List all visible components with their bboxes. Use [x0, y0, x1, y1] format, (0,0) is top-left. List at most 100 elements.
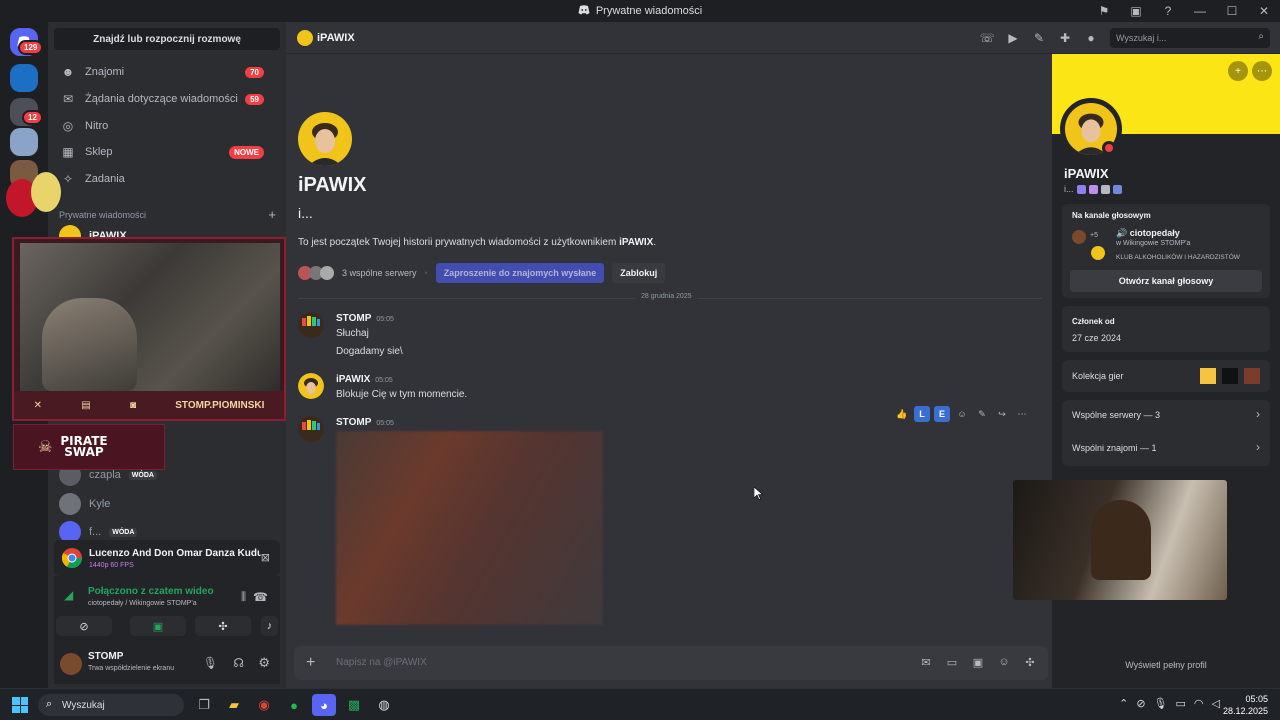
mutual-friends-row[interactable]: Wspólni znajomi — 1 [1072, 443, 1157, 453]
find-conversation-button[interactable]: Znajdź lub rozpocznij rozmowę [54, 28, 280, 50]
app-icon[interactable]: ◍ [372, 694, 396, 716]
nav-shop[interactable]: ▦ Sklep NOWE [56, 139, 278, 165]
more-options-icon[interactable]: ⋯ [1252, 61, 1272, 81]
mutual-servers-row[interactable]: Wspólne serwery — 3 [1072, 410, 1160, 420]
message-author[interactable]: STOMP 05:05 [336, 313, 394, 324]
discord-taskbar-icon[interactable]: ◕ [312, 694, 336, 716]
gift-icon[interactable]: ✉ [918, 654, 934, 670]
search-input[interactable]: Wyszukaj i... ⌕ [1110, 28, 1270, 48]
video-call-icon[interactable]: ▶ [1002, 28, 1024, 48]
image-attachment[interactable] [336, 431, 603, 625]
task-view-icon[interactable]: ❐ [192, 694, 216, 716]
edit-icon[interactable]: ✎ [974, 406, 990, 422]
tray-chevron-icon[interactable]: ⌃ [1119, 697, 1128, 710]
voice-member-avatar [1091, 246, 1105, 260]
notifications-off-icon[interactable]: ⊘ [1136, 697, 1145, 710]
pinned-icon[interactable]: ✎ [1028, 28, 1050, 48]
forward-icon[interactable]: ↪ [994, 406, 1010, 422]
sticker-icon[interactable]: ▣ [970, 654, 986, 670]
friend-request-sent-button[interactable]: Zaproszenie do znajomych wysłane [435, 263, 605, 283]
friends-icon: ☻ [61, 65, 75, 79]
activities-button[interactable]: ✣ [195, 616, 251, 636]
home-badge: 129 [18, 40, 44, 55]
block-button[interactable]: Zablokuj [612, 263, 666, 283]
dm-item[interactable]: Kyle [56, 490, 278, 518]
add-friend-icon[interactable]: + [1228, 61, 1248, 81]
gif-icon[interactable]: ▭ [944, 654, 960, 670]
screen-share-icon[interactable]: ▣ [1120, 0, 1152, 22]
stop-stream-icon[interactable]: ⊠ [261, 551, 270, 564]
member-since-label: Członek od [1072, 317, 1115, 326]
soundboard-button[interactable]: ♪ [261, 616, 278, 636]
noise-suppression-icon[interactable]: ⫼ [241, 591, 246, 604]
nav-message-requests[interactable]: ✉ Żądania dotyczące wiadomości 59 [56, 86, 278, 112]
title-bar: Prywatne wiadomości ⚑ ▣ ? — ☐ ✕ [0, 0, 1280, 22]
voice-channel-name[interactable]: 🔊 ciotopedały [1116, 228, 1180, 239]
activity-card[interactable]: Lucenzo And Don Omar Danza Kuduro - You.… [54, 540, 280, 576]
mutual-servers-link[interactable]: 3 wspólne serwery [342, 268, 417, 278]
nav-nitro[interactable]: ◎ Nitro [56, 113, 278, 139]
taskbar-search[interactable]: ⌕ Wyszukaj [38, 694, 184, 716]
server-icon[interactable] [10, 128, 38, 156]
reaction-l-icon[interactable]: L [914, 406, 930, 422]
microphone-icon[interactable]: 🎙 [1154, 697, 1168, 710]
message-composer[interactable]: + Napisz na @iPAWIX ✉ ▭ ▣ ☺ ✣ [294, 646, 1048, 680]
more-options-icon[interactable]: ⋯ [1014, 406, 1030, 422]
close-button[interactable]: ✕ [1248, 0, 1280, 22]
add-attachment-icon[interactable]: + [306, 654, 315, 672]
game-collection-card[interactable]: Kolekcja gier [1062, 360, 1270, 392]
emoji-icon[interactable]: ☺ [996, 654, 1012, 670]
voice-call-icon[interactable]: ☏ [976, 28, 998, 48]
separator-dot: • [424, 268, 428, 278]
camera-button[interactable]: ⊘ [56, 616, 112, 636]
chat-header-name[interactable]: iPAWIX [317, 32, 355, 44]
create-dm-button[interactable]: + [268, 207, 276, 222]
avatar[interactable] [298, 312, 324, 338]
nav-quests[interactable]: ✧ Zadania [56, 166, 278, 192]
message-author[interactable]: iPAWIX 05:05 [336, 374, 393, 385]
message-author[interactable]: STOMP 05:05 [336, 417, 394, 428]
headphones-icon[interactable]: ☊ [233, 656, 244, 670]
minimize-button[interactable]: — [1184, 0, 1216, 22]
user-profile-icon[interactable]: ● [1080, 28, 1102, 48]
add-friends-icon[interactable]: ✚ [1054, 28, 1076, 48]
inbox-icon[interactable]: ⚑ [1088, 0, 1120, 22]
apps-icon[interactable]: ✣ [1022, 654, 1038, 670]
excel-icon[interactable]: ▩ [342, 694, 366, 716]
mail-icon: ✉ [62, 92, 74, 106]
chrome-icon[interactable]: ◉ [252, 694, 276, 716]
server-icon[interactable] [10, 64, 38, 92]
voice-status[interactable]: Połączono z czatem wideo [88, 586, 214, 597]
taskbar-search-text: Wyszukaj [62, 699, 105, 711]
reaction-e-icon[interactable]: E [934, 406, 950, 422]
spotify-icon[interactable]: ● [282, 694, 306, 716]
mouse-cursor-icon [754, 487, 763, 500]
voice-channel[interactable]: ciotopedały / Wikingowie STOMP'a [88, 600, 197, 607]
file-explorer-icon[interactable]: ▰ [222, 694, 246, 716]
maximize-button[interactable]: ☐ [1216, 0, 1248, 22]
screen-share-button[interactable]: ▣ [130, 616, 186, 636]
date-divider: 28 grudnia 2025 [298, 293, 1042, 300]
add-reaction-icon[interactable]: ☺ [954, 406, 970, 422]
windows-start-icon[interactable] [12, 697, 28, 713]
view-full-profile-link[interactable]: Wyświetl pełny profil [1052, 660, 1280, 670]
display-icon[interactable]: ▭ [1176, 697, 1186, 710]
avatar[interactable] [298, 416, 324, 442]
settings-gear-icon[interactable]: ⚙ [258, 655, 270, 671]
volume-icon[interactable]: ◁ [1212, 697, 1220, 710]
nav-friends[interactable]: ☻ Znajomi 70 [56, 59, 278, 85]
open-voice-channel-button[interactable]: Otwórz kanał głosowy [1070, 270, 1262, 292]
wifi-icon[interactable]: ◠ [1194, 697, 1204, 710]
clock[interactable]: 05:05 28.12.2025 [1223, 693, 1268, 717]
help-icon[interactable]: ? [1152, 0, 1184, 22]
avatar[interactable] [298, 373, 324, 399]
thumbs-up-reaction-icon[interactable]: 👍 [894, 406, 910, 422]
disconnect-icon[interactable]: ☎ [253, 590, 268, 604]
voice-channel-text: ciotopedały [1129, 228, 1180, 238]
message-text: Słuchaj [336, 328, 369, 339]
avatar[interactable] [60, 653, 82, 675]
microphone-icon[interactable]: 🎙 [203, 656, 218, 670]
username[interactable]: STOMP [88, 651, 123, 662]
nitro-badge-icon [1088, 184, 1098, 194]
clock-time: 05:05 [1245, 694, 1268, 704]
